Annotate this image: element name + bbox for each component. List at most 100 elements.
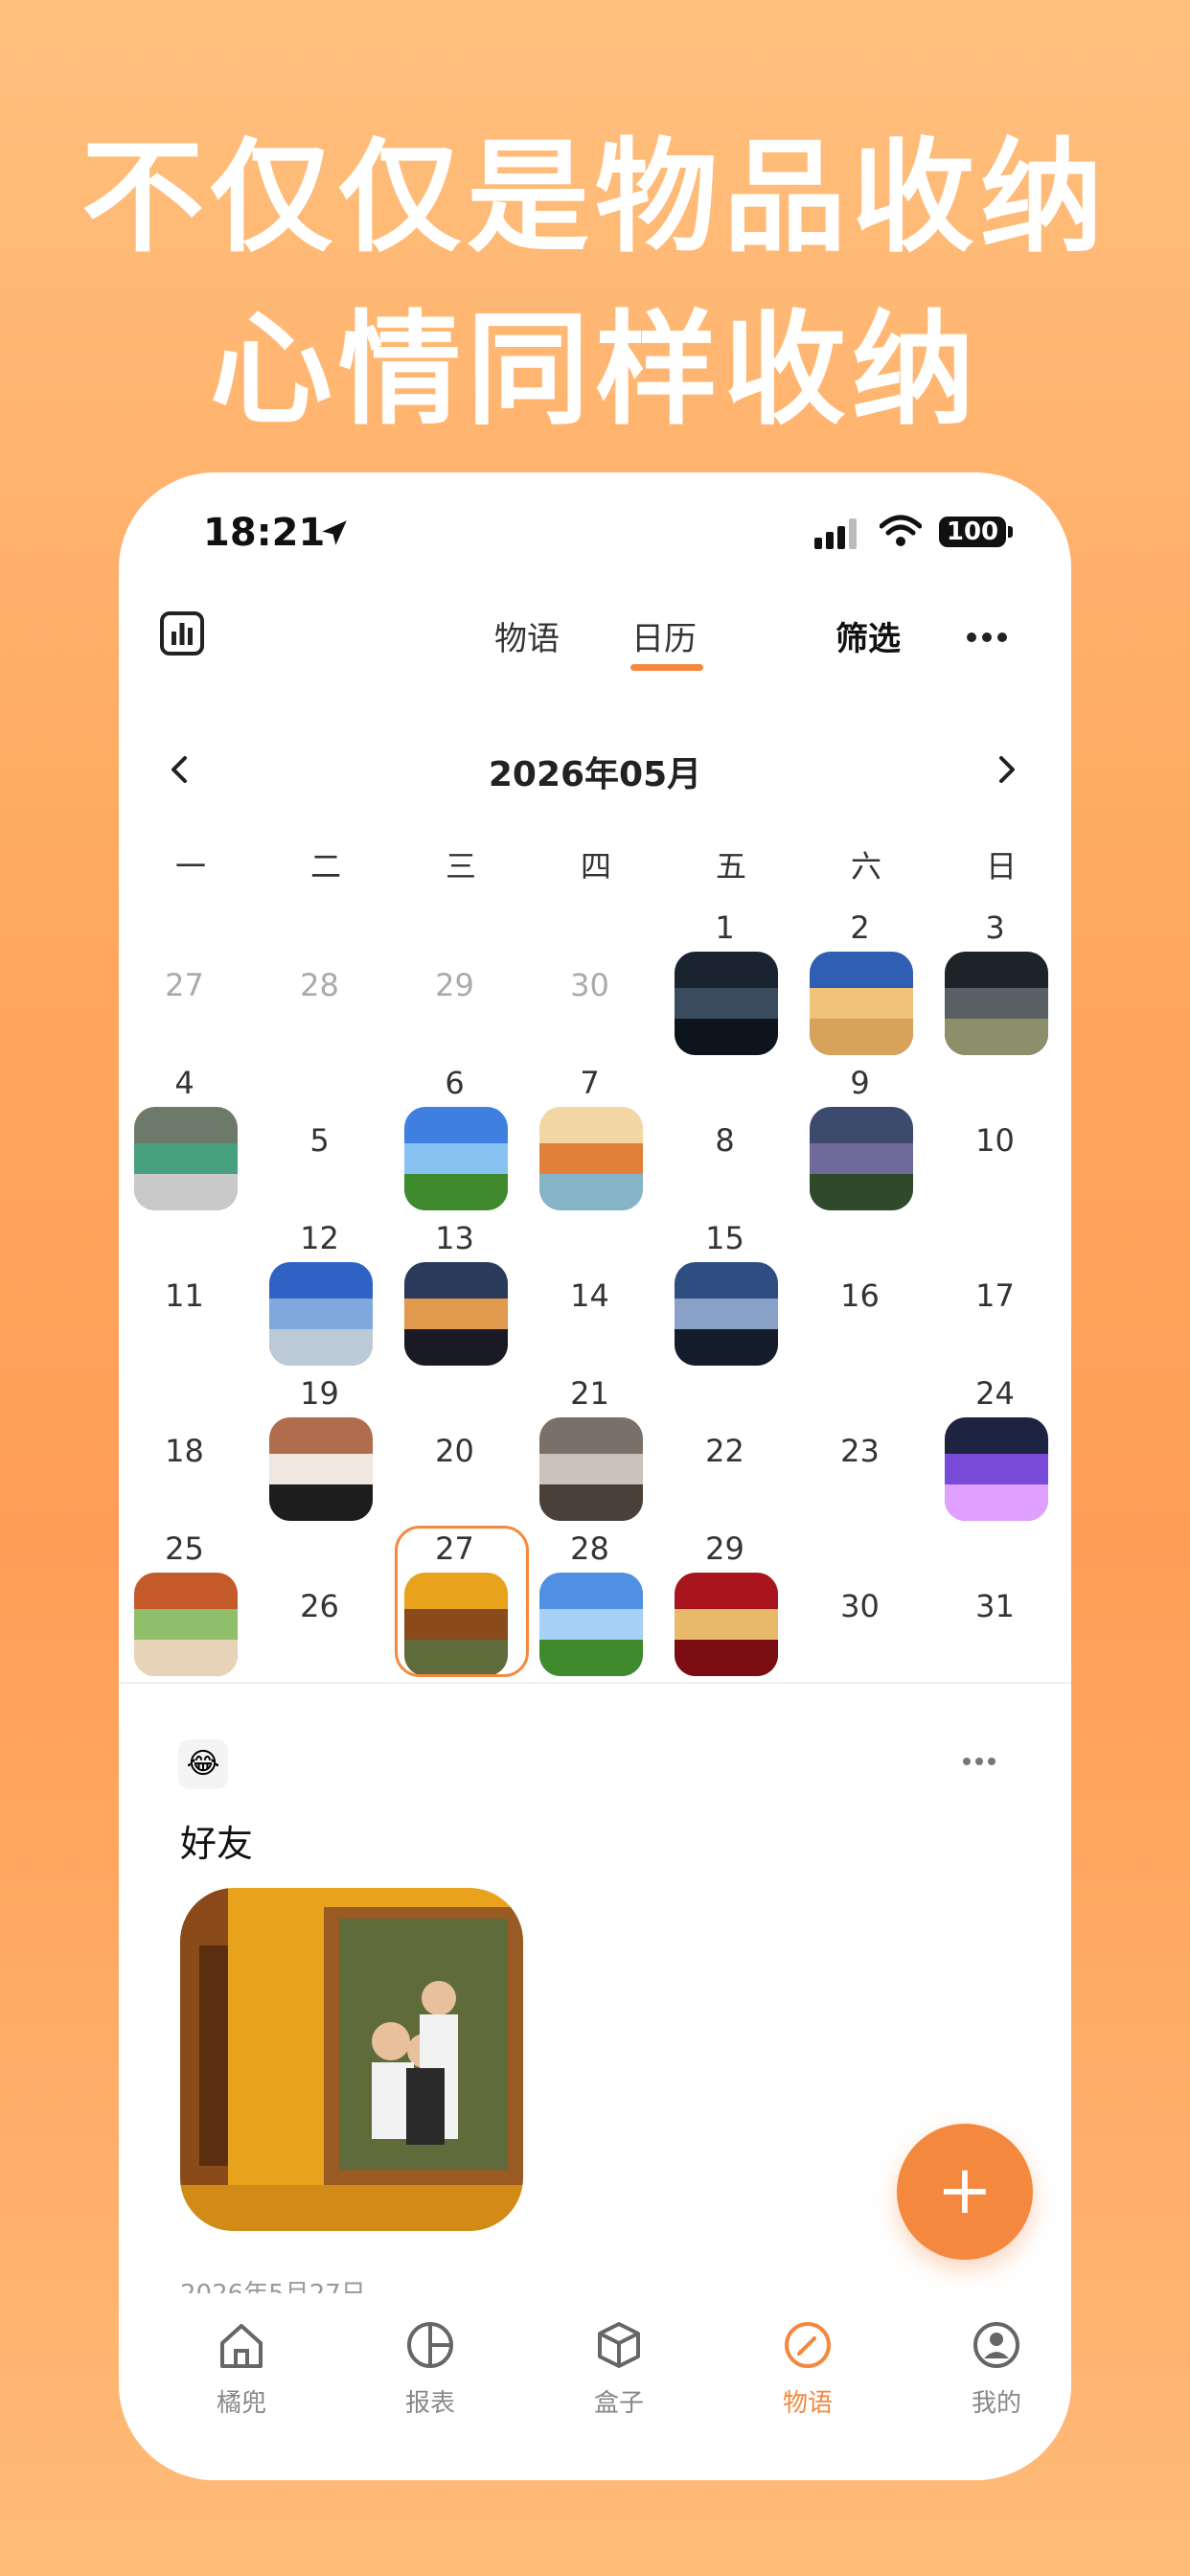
month-title: 2026年05月	[488, 755, 702, 794]
profile-icon	[973, 2322, 1019, 2368]
filter-button[interactable]: 筛选	[835, 612, 901, 659]
tab-profile[interactable]: 我的	[929, 2318, 1064, 2419]
day-number: 3	[985, 909, 1005, 946]
calendar-day[interactable]: 2	[792, 909, 927, 1065]
calendar-day[interactable]: 16	[792, 1220, 927, 1375]
day-number: 8	[715, 1122, 735, 1159]
calendar-day[interactable]: 5	[252, 1065, 387, 1220]
stats-icon[interactable]	[159, 610, 205, 656]
calendar-day[interactable]: 28	[522, 1530, 657, 1686]
day-number: 1	[715, 909, 735, 946]
calendar-day[interactable]: 30	[522, 909, 657, 1065]
day-number: 29	[705, 1530, 744, 1567]
calendar-day[interactable]: 14	[522, 1220, 657, 1375]
tab-story[interactable]: 物语	[494, 612, 560, 659]
calendar-day[interactable]: 30	[792, 1530, 927, 1686]
entry-more-icon[interactable]	[962, 1757, 996, 1766]
day-photo-thumbnail	[810, 952, 913, 1055]
calendar-day[interactable]: 23	[792, 1375, 927, 1530]
calendar-day[interactable]: 21	[522, 1375, 657, 1530]
divider	[119, 1682, 1071, 1684]
tab-report-label: 报表	[404, 2389, 455, 2418]
weekday-label: 三	[445, 848, 476, 885]
more-options-icon[interactable]	[966, 632, 1008, 643]
calendar-day[interactable]: 13	[387, 1220, 522, 1375]
calendar-day[interactable]: 10	[927, 1065, 1063, 1220]
day-number: 6	[445, 1065, 465, 1101]
calendar-day[interactable]: 22	[657, 1375, 792, 1530]
calendar-day[interactable]: 26	[252, 1530, 387, 1686]
calendar-day[interactable]: 1	[657, 909, 792, 1065]
calendar-day[interactable]: 20	[387, 1375, 522, 1530]
tab-home[interactable]: 橘兜	[174, 2318, 309, 2419]
calendar-day[interactable]: 15	[657, 1220, 792, 1375]
weekday-label: 日	[985, 848, 1017, 885]
selected-day-ring	[395, 1526, 529, 1677]
calendar-day[interactable]: 7	[522, 1065, 657, 1220]
day-number: 21	[570, 1375, 609, 1412]
tab-calendar[interactable]: 日历	[631, 612, 697, 659]
day-photo-thumbnail	[269, 1262, 373, 1366]
tab-profile-label: 我的	[971, 2389, 1021, 2418]
weekday-label: 四	[580, 848, 611, 885]
calendar-day[interactable]: 18	[119, 1375, 252, 1530]
calendar-day[interactable]: 12	[252, 1220, 387, 1375]
day-number: 18	[165, 1433, 204, 1469]
calendar-day[interactable]: 8	[657, 1065, 792, 1220]
day-photo-thumbnail	[539, 1573, 643, 1676]
box-icon	[598, 2322, 640, 2368]
mood-emoji: 😂	[178, 1739, 228, 1789]
status-time: 18:21	[203, 511, 326, 555]
active-tab-indicator	[630, 664, 703, 671]
tab-story-bottom[interactable]: 物语	[741, 2318, 875, 2419]
calendar-day[interactable]: 4	[119, 1065, 252, 1220]
day-number: 31	[975, 1588, 1015, 1624]
day-number: 25	[165, 1530, 204, 1567]
day-number: 7	[580, 1065, 600, 1101]
home-icon	[220, 2324, 263, 2368]
day-photo-thumbnail	[810, 1107, 913, 1210]
calendar-day[interactable]: 27	[119, 909, 252, 1065]
day-number: 24	[975, 1375, 1015, 1412]
tab-story-bottom-label: 物语	[782, 2389, 833, 2418]
calendar-day[interactable]: 31	[927, 1530, 1063, 1686]
battery-indicator: 100	[939, 517, 1006, 547]
calendar-day[interactable]: 11	[119, 1220, 252, 1375]
calendar-day[interactable]: 6	[387, 1065, 522, 1220]
day-number: 15	[705, 1220, 744, 1256]
day-number: 5	[309, 1122, 330, 1159]
calendar-day[interactable]: 29	[657, 1530, 792, 1686]
calendar-day[interactable]: 9	[792, 1065, 927, 1220]
day-number: 23	[840, 1433, 880, 1469]
day-photo-thumbnail	[945, 952, 1048, 1055]
day-number: 28	[300, 967, 339, 1003]
calendar-day[interactable]: 24	[927, 1375, 1063, 1530]
bottom-tab-bar: 橘兜 报表 盒子 物语 我的	[119, 2293, 1071, 2480]
pie-chart-icon	[407, 2322, 453, 2368]
day-number: 27	[165, 967, 204, 1003]
day-number: 22	[705, 1433, 744, 1469]
calendar-day[interactable]: 25	[119, 1530, 252, 1686]
day-number: 19	[300, 1375, 339, 1412]
calendar-day[interactable]: 19	[252, 1375, 387, 1530]
day-photo-thumbnail	[134, 1573, 238, 1676]
tab-box-label: 盒子	[593, 2389, 644, 2418]
day-photo-thumbnail	[945, 1417, 1048, 1521]
calendar-day[interactable]: 17	[927, 1220, 1063, 1375]
day-photo-thumbnail	[675, 1573, 778, 1676]
weekday-label: 一	[174, 848, 206, 885]
tab-report[interactable]: 报表	[363, 2318, 497, 2419]
wifi-icon	[880, 515, 922, 546]
month-navigator: 2026年05月	[119, 741, 1071, 798]
calendar-day[interactable]: 28	[252, 909, 387, 1065]
tab-home-label: 橘兜	[216, 2389, 266, 2418]
day-photo-thumbnail	[269, 1417, 373, 1521]
calendar-day[interactable]: 29	[387, 909, 522, 1065]
day-number: 30	[570, 967, 609, 1003]
chevron-right-icon[interactable]	[987, 750, 1025, 789]
tab-box[interactable]: 盒子	[552, 2318, 686, 2419]
add-entry-button[interactable]: +	[897, 2124, 1033, 2260]
calendar-day[interactable]: 3	[927, 909, 1063, 1065]
entry-photo[interactable]	[180, 1888, 523, 2231]
day-number: 9	[850, 1065, 870, 1101]
